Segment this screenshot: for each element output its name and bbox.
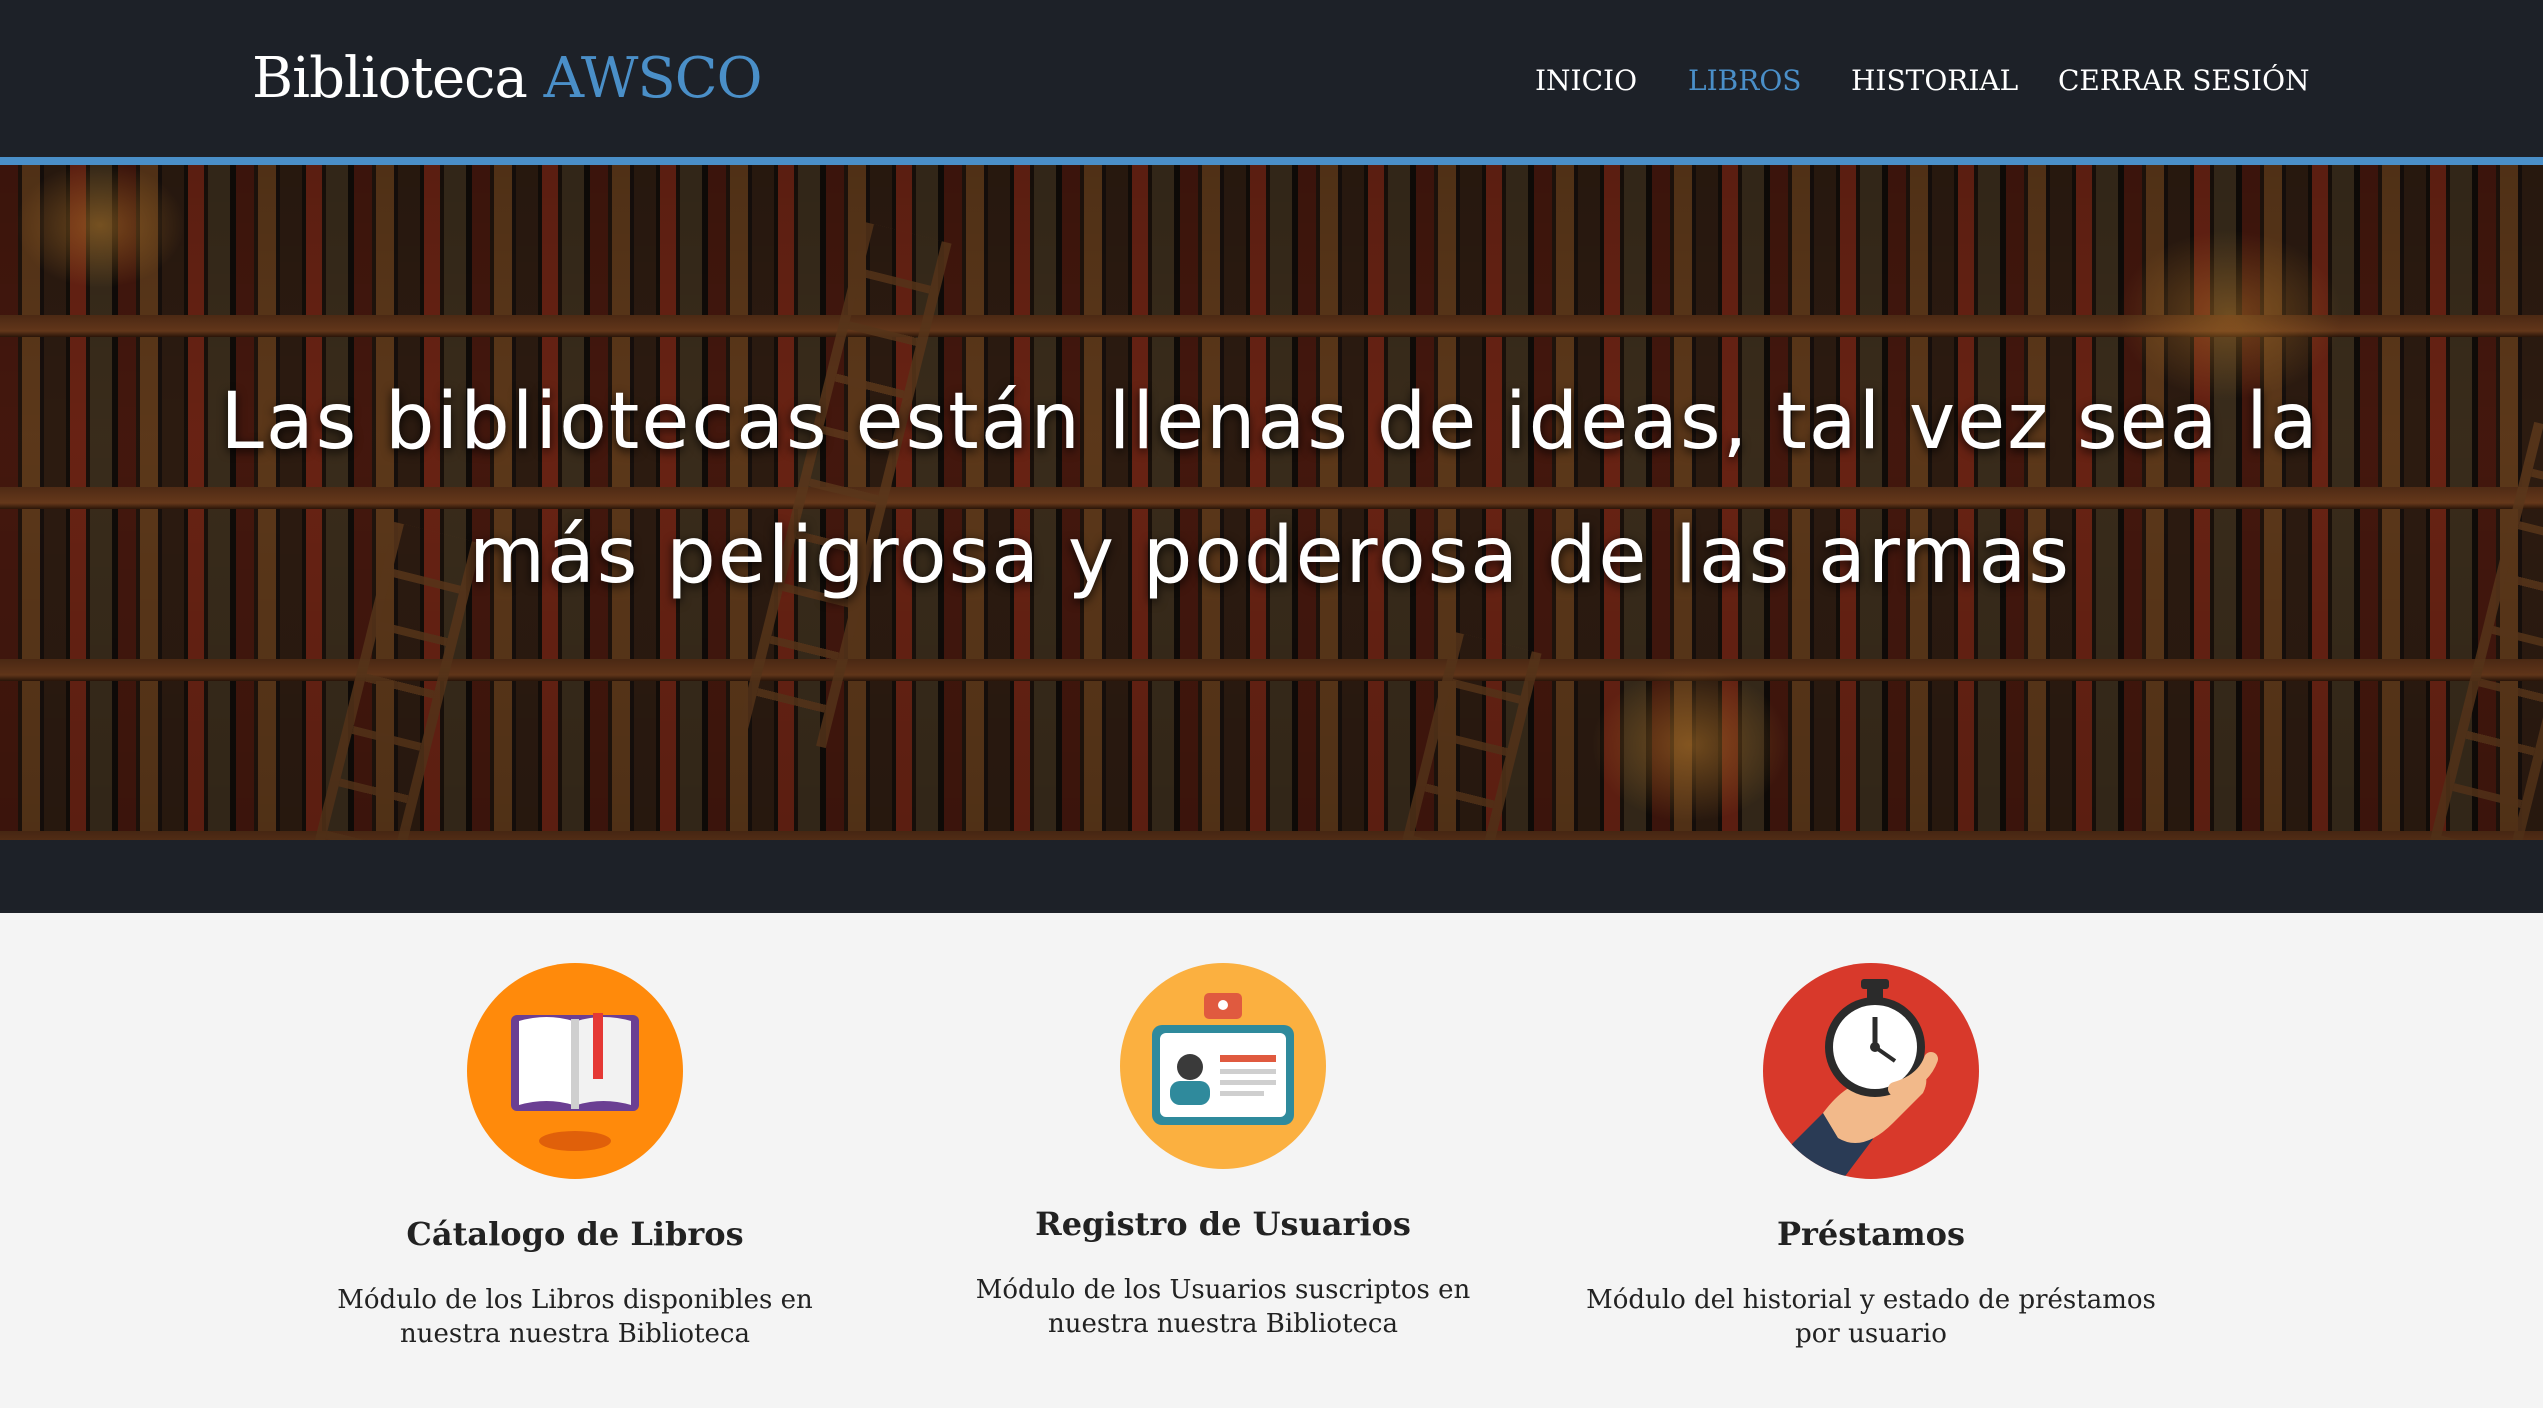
open-book-icon[interactable] (467, 963, 683, 1179)
navbar: Biblioteca AWSCO INICIO LIBROS HISTORIAL… (0, 0, 2543, 165)
nav-item-inicio[interactable]: INICIO (1535, 64, 1637, 97)
stopwatch-icon[interactable] (1763, 963, 1979, 1179)
feature-title: Cátalogo de Libros (406, 1215, 744, 1253)
hero-quote: Las bibliotecas están llenas de ideas, t… (220, 377, 2320, 601)
feature-description: Módulo de los Libros disponibles en nues… (337, 1285, 813, 1349)
feature-description: Módulo de los Usuarios suscriptos en nue… (975, 1275, 1471, 1339)
feature-title: Préstamos (1776, 1215, 1966, 1253)
nav-item-historial[interactable]: HISTORIAL (1851, 64, 2018, 97)
nav-item-cerrar-sesion[interactable]: CERRAR SESIÓN (2058, 64, 2310, 97)
feature-description: Módulo del historial y estado de préstam… (1586, 1285, 2156, 1349)
feature-users[interactable]: Registro de Usuarios Módulo de los Usuar… (923, 963, 1523, 1341)
hero-banner: Las bibliotecas están llenas de ideas, t… (0, 165, 2543, 840)
feature-loans[interactable]: Préstamos Módulo del historial y estado … (1571, 963, 2171, 1351)
main-nav: INICIO LIBROS HISTORIAL CERRAR SESIÓN (0, 64, 2543, 104)
nav-item-libros[interactable]: LIBROS (1688, 64, 1801, 97)
features-section: Cátalogo de Libros Módulo de los Libros … (0, 913, 2543, 1408)
feature-catalog[interactable]: Cátalogo de Libros Módulo de los Libros … (275, 963, 875, 1351)
feature-title: Registro de Usuarios (1035, 1205, 1411, 1243)
id-card-icon[interactable] (1120, 963, 1326, 1169)
dark-band (0, 840, 2543, 913)
